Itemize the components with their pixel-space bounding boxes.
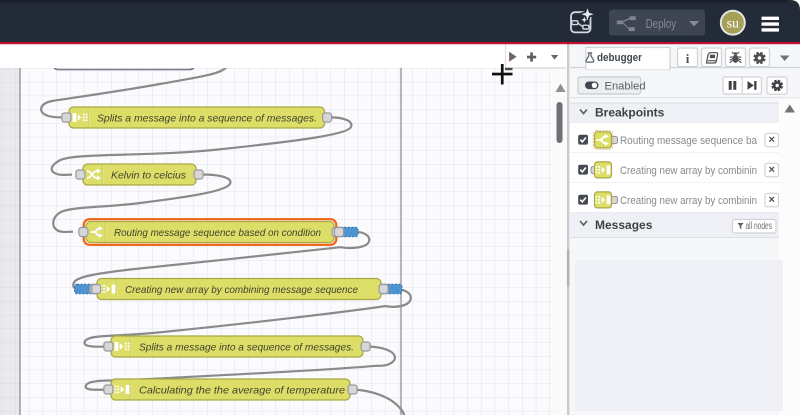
svg-text:×: × <box>768 134 774 146</box>
svg-text:×: × <box>768 194 774 206</box>
svg-text:×: × <box>768 164 774 176</box>
svg-text:Creating new array by combinin: Creating new array by combinin <box>620 195 757 207</box>
svg-text:Splits a message into a sequen: Splits a message into a sequence of mess… <box>97 113 317 124</box>
svg-text:Enabled: Enabled <box>605 81 646 93</box>
svg-text:Kelvin to celcius: Kelvin to celcius <box>111 170 186 181</box>
svg-text:Routing message sequence ba: Routing message sequence ba <box>620 135 758 147</box>
svg-text:all nodes: all nodes <box>746 221 773 232</box>
svg-text:Deploy: Deploy <box>646 17 677 31</box>
svg-text:Routing message sequence based: Routing message sequence based on condit… <box>114 228 321 239</box>
svg-text:i: i <box>686 51 690 66</box>
svg-text:Splits a message into a sequen: Splits a message into a sequence of mess… <box>139 342 354 353</box>
svg-text:su: su <box>727 17 739 32</box>
svg-text:Creating new array by combinin: Creating new array by combining message … <box>125 285 358 296</box>
svg-text:Breakpoints: Breakpoints <box>595 106 665 120</box>
svg-text:Creating new array by combinin: Creating new array by combinin <box>620 165 757 177</box>
svg-text:debugger: debugger <box>597 52 643 64</box>
svg-text:Calculating the the average of: Calculating the the average of temperatu… <box>139 385 345 396</box>
svg-text:Messages: Messages <box>595 218 653 232</box>
